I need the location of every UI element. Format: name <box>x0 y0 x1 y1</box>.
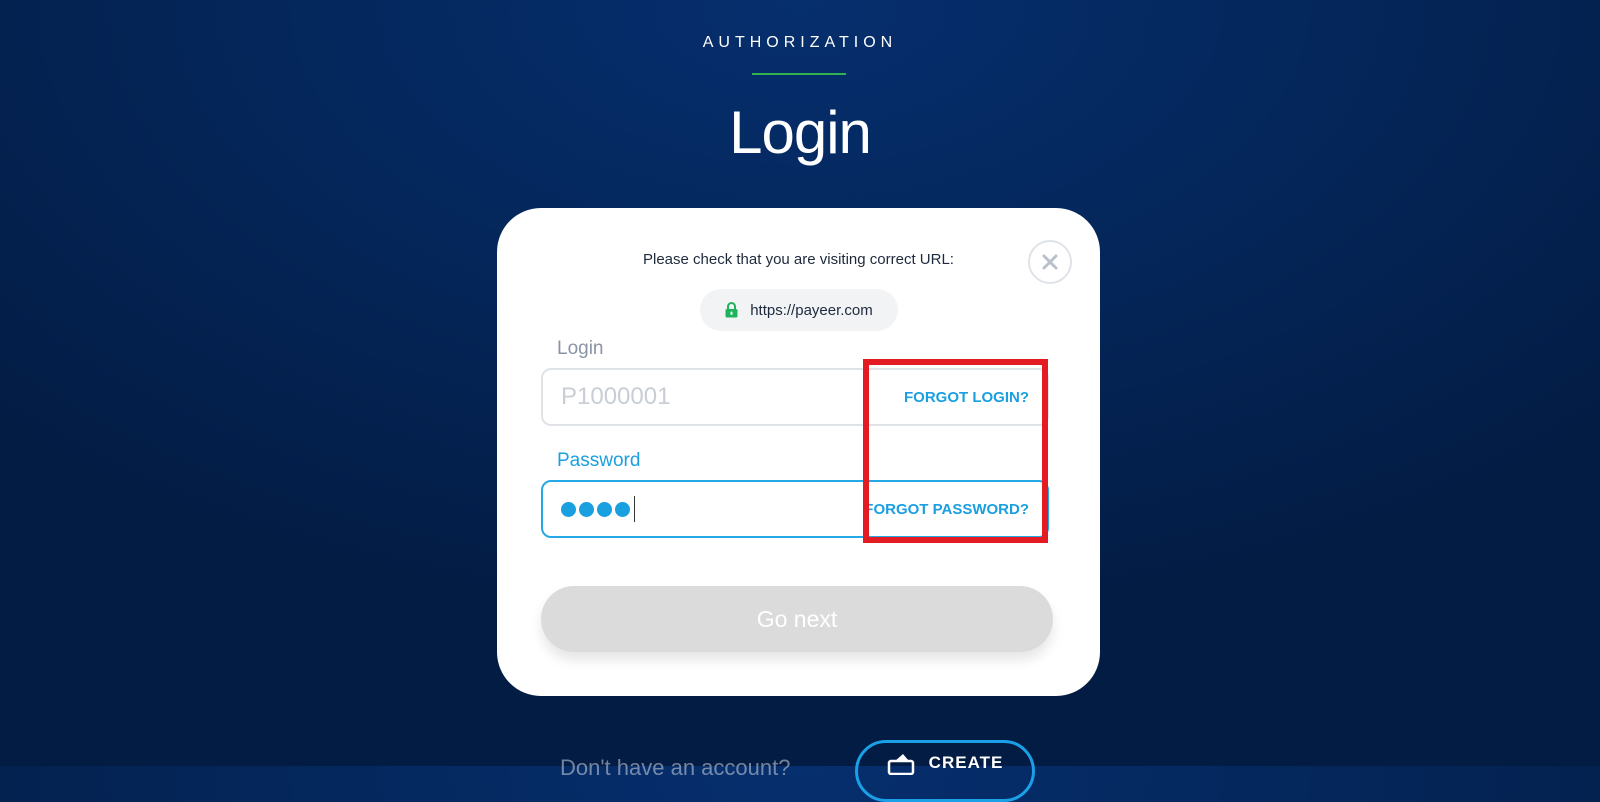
login-field: FORGOT LOGIN? <box>541 368 1049 426</box>
password-dot <box>561 501 576 517</box>
section-label: AUTHORIZATION <box>702 34 898 51</box>
password-dot <box>579 501 594 517</box>
password-input[interactable] <box>561 496 864 522</box>
login-input[interactable] <box>561 383 904 411</box>
url-pill: https://payeer.com <box>700 289 898 331</box>
password-label: Password <box>557 450 641 471</box>
create-account-button[interactable]: CREATE <box>855 740 1035 802</box>
url-text: https://payeer.com <box>750 301 873 319</box>
password-mask <box>561 501 630 517</box>
create-account-icon <box>887 754 914 775</box>
text-caret <box>634 496 635 522</box>
password-dot <box>615 501 630 517</box>
forgot-login-link[interactable]: FORGOT LOGIN? <box>904 389 1029 406</box>
url-notice: Please check that you are visiting corre… <box>643 251 954 268</box>
section-underline <box>752 73 846 75</box>
create-label: CREATE <box>928 753 1004 772</box>
no-account-prompt: Don't have an account? <box>560 755 791 780</box>
password-dot <box>597 501 612 517</box>
login-label: Login <box>557 338 604 359</box>
page-title: Login <box>729 99 872 166</box>
lock-icon <box>725 302 738 318</box>
forgot-password-link[interactable]: FORGOT PASSWORD? <box>864 501 1029 518</box>
password-field: FORGOT PASSWORD? <box>541 480 1049 538</box>
login-card: Please check that you are visiting corre… <box>497 208 1100 696</box>
go-next-button[interactable]: Go next <box>541 586 1053 652</box>
